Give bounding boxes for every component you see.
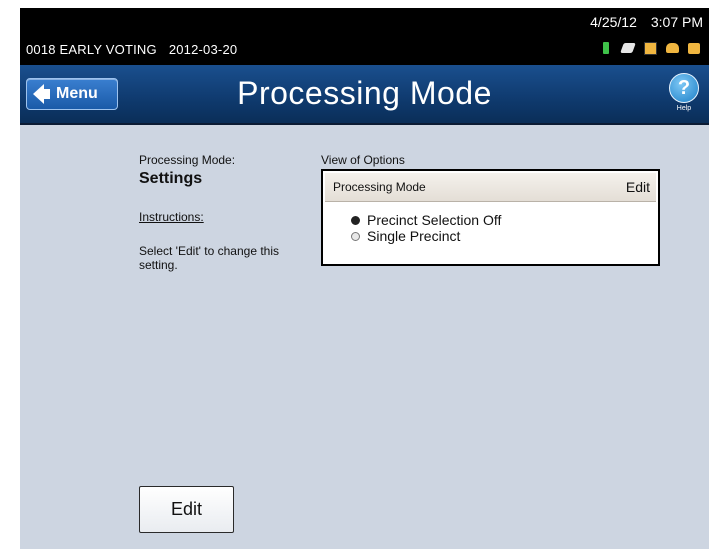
current-date: 4/25/12 [590,14,637,30]
options-list: Precinct Selection Off Single Precinct [323,204,658,244]
processing-mode-value: Settings [139,170,203,187]
election-info: 0018 EARLY VOTING 2012-03-20 [26,42,237,57]
radio-selected-icon [351,215,360,225]
help-icon: ? [669,73,699,103]
location-label: 0018 EARLY VOTING [26,42,157,57]
datetime: 4/25/12 3:07 PM [590,14,703,30]
instructions-heading: Instructions: [139,210,204,224]
options-panel: Processing Mode Edit Precinct Selection … [321,169,660,266]
radio-unselected-icon [351,231,360,241]
lock-icon [687,41,701,55]
power-plug-icon [620,41,636,55]
options-header: Processing Mode Edit [325,173,656,202]
app-window: 0018 EARLY VOTING 2012-03-20 4/25/12 3:07 … [20,8,709,549]
status-bar: 0018 EARLY VOTING 2012-03-20 4/25/12 3:07 … [20,8,709,65]
option-precinct-selection-off[interactable]: Precinct Selection Off [351,212,658,228]
option-single-precinct[interactable]: Single Precinct [351,228,658,244]
memory-card-icon [643,41,657,55]
view-of-options-label: View of Options [321,153,405,167]
settings-info: Processing Mode: Settings Instructions: … [139,153,299,272]
title-bar: Menu Processing Mode ? Help [20,65,709,125]
battery-icon [599,41,613,55]
help-button[interactable]: ? Help [669,73,699,113]
options-edit-link[interactable]: Edit [626,179,650,195]
help-label: Help [676,105,692,112]
current-time: 3:07 PM [650,14,703,30]
page-title: Processing Mode [237,75,492,111]
options-header-label: Processing Mode [333,180,426,194]
status-icons [599,41,701,55]
instructions-text: Select 'Edit' to change this setting. [139,244,279,272]
network-icon [665,41,679,55]
election-date: 2012-03-20 [168,42,238,57]
processing-mode-label: Processing Mode: [139,153,236,167]
edit-button[interactable]: Edit [139,486,234,533]
option-label: Single Precinct [367,228,461,244]
option-label: Precinct Selection Off [367,212,502,228]
